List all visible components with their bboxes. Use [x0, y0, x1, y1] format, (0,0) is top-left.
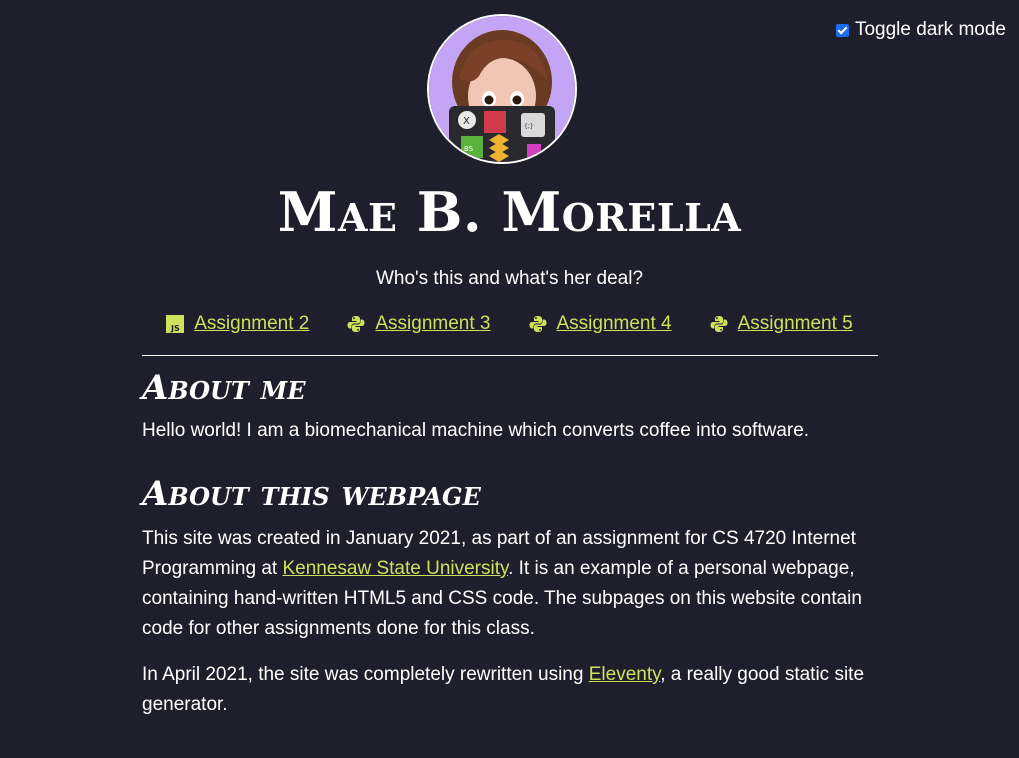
- dark-mode-toggle[interactable]: Toggle dark mode: [835, 19, 1006, 41]
- site-tagline: Who's this and what's her deal?: [375, 268, 644, 289]
- python-icon: [347, 316, 365, 332]
- nav-link-assignment-3[interactable]: Assignment 3: [347, 313, 491, 335]
- eleventy-link[interactable]: Eleventy: [589, 664, 660, 685]
- dark-mode-label: Toggle dark mode: [854, 19, 1006, 40]
- nav-link-assignment-4[interactable]: Assignment 4: [529, 313, 672, 335]
- about-me-text: Hello world! I am a biomechanical machin…: [142, 420, 810, 441]
- nav-link-assignment-2[interactable]: JS Assignment 2: [166, 313, 309, 335]
- about-page-heading: About this webpage: [142, 474, 481, 514]
- assignments-nav: JS Assignment 2 Assignment 3 Assignment …: [0, 313, 1019, 335]
- javascript-icon: JS: [166, 315, 185, 333]
- about-me-heading: About me: [142, 368, 306, 408]
- svg-text:BS: BS: [464, 145, 474, 153]
- nav-label: Assignment 3: [375, 313, 491, 334]
- about-page-p2-text-start: In April 2021, the site was completely r…: [142, 664, 589, 685]
- nav-label: Assignment 2: [194, 313, 310, 334]
- svg-text:X: X: [463, 116, 470, 127]
- about-page-paragraph-1: This site was created in January 2021, a…: [142, 524, 878, 644]
- header-divider: [142, 355, 878, 356]
- main-content: About me Hello world! I am a biomechanic…: [142, 362, 878, 720]
- memoji-avatar-icon: X {;} BS: [429, 16, 575, 162]
- nav-label: Assignment 5: [737, 313, 853, 334]
- dark-mode-checkbox[interactable]: [835, 23, 849, 37]
- python-icon: [529, 316, 546, 332]
- svg-text:JS: JS: [170, 324, 180, 333]
- about-page-paragraph-2: In April 2021, the site was completely r…: [142, 660, 878, 720]
- site-title: Mae B. Morella: [277, 180, 742, 244]
- avatar: X {;} BS: [427, 14, 577, 164]
- svg-text:{;}: {;}: [524, 123, 534, 130]
- nav-label: Assignment 4: [556, 313, 672, 334]
- kennesaw-state-link[interactable]: Kennesaw State University: [282, 558, 508, 579]
- nav-link-assignment-5[interactable]: Assignment 5: [710, 313, 853, 335]
- python-icon: [710, 316, 728, 332]
